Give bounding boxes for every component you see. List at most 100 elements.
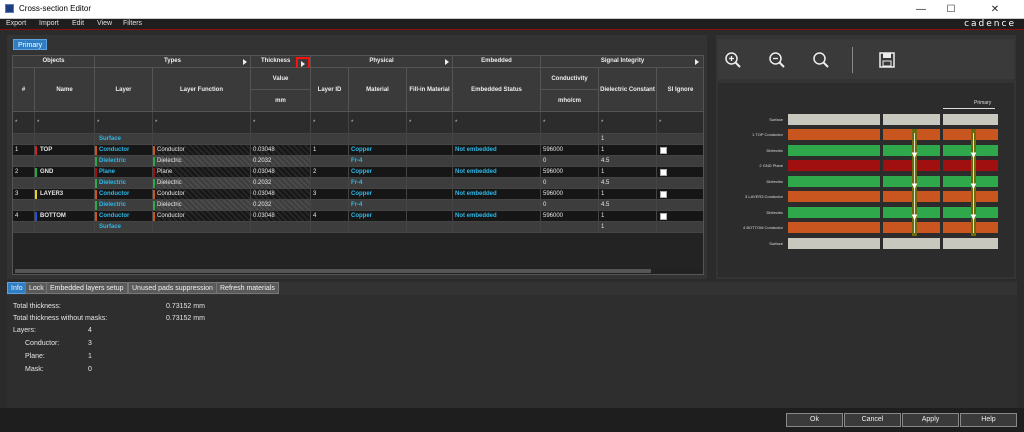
cell-si[interactable] (657, 211, 703, 222)
cell-func[interactable]: Conductor (153, 211, 251, 222)
cell-layer[interactable]: Dielectric (95, 156, 153, 167)
ok-button[interactable]: Ok (786, 413, 843, 427)
cell-si[interactable] (657, 189, 703, 200)
cell-embedded[interactable] (453, 200, 541, 211)
filter-num[interactable]: * (13, 112, 35, 134)
cell-num[interactable]: 2 (13, 167, 35, 178)
cell-func[interactable]: Dielectric (153, 178, 251, 189)
cell-value[interactable] (251, 134, 311, 145)
cell-material[interactable]: Copper (349, 211, 407, 222)
filter-material[interactable]: * (349, 112, 407, 134)
cell-num[interactable] (13, 178, 35, 189)
cell-id[interactable] (311, 134, 349, 145)
col-layer[interactable]: Layer (95, 68, 153, 112)
cell-fill[interactable] (407, 167, 453, 178)
cell-name[interactable]: TOP (35, 145, 95, 156)
zoom-out-icon[interactable] (768, 51, 786, 69)
cell-cond[interactable]: 596000 (541, 167, 599, 178)
cell-material[interactable]: Fr-4 (349, 156, 407, 167)
cell-num[interactable] (13, 134, 35, 145)
tab-primary[interactable]: Primary (13, 39, 48, 50)
cell-func[interactable]: Dielectric (153, 156, 251, 167)
cell-embedded[interactable]: Not embedded (453, 189, 541, 200)
cell-value[interactable]: 0.2032 (251, 200, 311, 211)
col-material[interactable]: Material (349, 68, 407, 112)
cell-si[interactable] (657, 156, 703, 167)
cell-name[interactable] (35, 156, 95, 167)
cell-layer[interactable]: Plane (95, 167, 153, 178)
cell-layer[interactable]: Conductor (95, 189, 153, 200)
cell-dk[interactable]: 1 (599, 211, 657, 222)
cell-layer[interactable]: Conductor (95, 211, 153, 222)
cell-dk[interactable]: 1 (599, 189, 657, 200)
filter-layer-id[interactable]: * (311, 112, 349, 134)
cell-value[interactable]: 0.03048 (251, 211, 311, 222)
filter-embedded[interactable]: * (453, 112, 541, 134)
cell-name[interactable]: BOTTOM (35, 211, 95, 222)
scrollbar-thumb[interactable] (15, 269, 651, 273)
cell-fill[interactable] (407, 145, 453, 156)
cell-embedded[interactable]: Not embedded (453, 145, 541, 156)
cell-id[interactable]: 3 (311, 189, 349, 200)
cell-func[interactable]: Plane (153, 167, 251, 178)
maximize-button[interactable]: ☐ (936, 0, 966, 19)
cell-name[interactable] (35, 178, 95, 189)
cell-embedded[interactable] (453, 134, 541, 145)
cell-material[interactable]: Copper (349, 145, 407, 156)
cell-name[interactable] (35, 222, 95, 233)
minimize-button[interactable]: — (906, 0, 936, 19)
cancel-button[interactable]: Cancel (844, 413, 901, 427)
col-num[interactable]: # (13, 68, 35, 112)
cell-value[interactable]: 0.2032 (251, 156, 311, 167)
cell-num[interactable]: 4 (13, 211, 35, 222)
cell-cond[interactable]: 596000 (541, 211, 599, 222)
cell-num[interactable] (13, 222, 35, 233)
cell-dk[interactable]: 1 (599, 222, 657, 233)
zoom-in-icon[interactable] (724, 51, 742, 69)
cell-name[interactable] (35, 200, 95, 211)
cell-fill[interactable] (407, 178, 453, 189)
si-ignore-checkbox[interactable] (660, 147, 667, 154)
tab-embedded-layers-setup[interactable]: Embedded layers setup (46, 282, 128, 294)
col-si-ignore[interactable]: SI Ignore (657, 68, 703, 112)
cell-cond[interactable]: 0 (541, 200, 599, 211)
col-layer-id[interactable]: Layer ID (311, 68, 349, 112)
cell-dk[interactable]: 1 (599, 167, 657, 178)
cell-material[interactable]: Fr-4 (349, 178, 407, 189)
cell-id[interactable] (311, 156, 349, 167)
col-layer-function[interactable]: Layer Function (153, 68, 251, 112)
cell-si[interactable] (657, 145, 703, 156)
cell-embedded[interactable]: Not embedded (453, 167, 541, 178)
col-fillin-material[interactable]: Fill-in Material (407, 68, 453, 112)
cell-name[interactable]: LAYER3 (35, 189, 95, 200)
filter-layer[interactable]: * (95, 112, 153, 134)
cell-func[interactable]: Conductor (153, 189, 251, 200)
cell-si[interactable] (657, 134, 703, 145)
close-button[interactable]: ✕ (980, 0, 1010, 19)
cell-dk[interactable]: 4.5 (599, 156, 657, 167)
cell-func[interactable] (153, 222, 251, 233)
cell-material[interactable] (349, 222, 407, 233)
apply-button[interactable]: Apply (902, 413, 959, 427)
cell-layer[interactable]: Dielectric (95, 200, 153, 211)
cell-layer[interactable]: Surface (95, 134, 153, 145)
cell-name[interactable]: GND (35, 167, 95, 178)
filter-name[interactable]: * (35, 112, 95, 134)
cell-func[interactable] (153, 134, 251, 145)
cell-num[interactable]: 3 (13, 189, 35, 200)
cell-si[interactable] (657, 178, 703, 189)
cell-dk[interactable]: 4.5 (599, 200, 657, 211)
save-icon[interactable] (878, 51, 896, 69)
cell-si[interactable] (657, 222, 703, 233)
cell-fill[interactable] (407, 189, 453, 200)
cell-id[interactable]: 1 (311, 145, 349, 156)
cell-name[interactable] (35, 134, 95, 145)
cell-num[interactable]: 1 (13, 145, 35, 156)
cell-dk[interactable]: 1 (599, 134, 657, 145)
cell-id[interactable] (311, 178, 349, 189)
cell-value[interactable] (251, 222, 311, 233)
cell-num[interactable] (13, 156, 35, 167)
col-dielectric-constant[interactable]: Dielectric Constant (599, 68, 657, 112)
cell-material[interactable]: Copper (349, 189, 407, 200)
cell-layer[interactable]: Surface (95, 222, 153, 233)
